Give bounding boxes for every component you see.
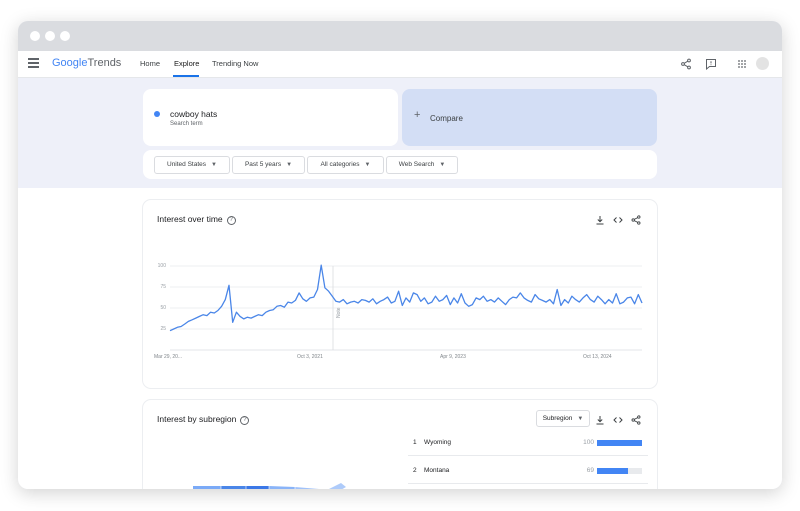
feedback-icon[interactable] <box>705 58 717 70</box>
region-name: Wyoming <box>424 439 452 446</box>
region-value-bar <box>597 468 642 474</box>
dropdown-arrow-icon: ▼ <box>439 162 446 168</box>
window-control-dot[interactable] <box>45 31 55 41</box>
compare-label: Compare <box>430 114 463 123</box>
embed-icon[interactable] <box>613 415 623 425</box>
interest-over-time-chart: Note <box>169 264 643 351</box>
search-type-filter-label: Web Search <box>398 161 435 168</box>
logo-google: Google <box>52 57 88 69</box>
nav-trending-now[interactable]: Trending Now <box>212 59 258 68</box>
time-filter-label: Past 5 years <box>244 161 282 168</box>
interest-over-time-card: Interest over time? Note 100 75 50 25 Mar 2… <box>143 200 657 388</box>
subregion-dropdown[interactable]: Subregion ▼ <box>536 410 590 427</box>
region-filter[interactable]: United States ▼ <box>154 156 230 174</box>
region-name: Montana <box>424 467 450 474</box>
apps-icon[interactable] <box>736 58 748 70</box>
share-icon[interactable] <box>680 58 692 70</box>
compare-button[interactable]: + Compare <box>402 89 657 146</box>
category-filter[interactable]: All categories ▼ <box>307 156 384 174</box>
search-type-filter[interactable]: Web Search ▼ <box>386 156 458 174</box>
region-row[interactable]: 2 Montana 69 <box>408 459 648 484</box>
active-tab-indicator <box>173 75 199 77</box>
add-icon: + <box>414 109 421 121</box>
y-tick-label: 25 <box>160 326 166 332</box>
interest-by-subregion-title-text: Interest by subregion <box>157 414 237 424</box>
window-control-dot[interactable] <box>60 31 70 41</box>
category-filter-label: All categories <box>320 161 360 168</box>
subregion-dropdown-label: Subregion <box>542 415 573 422</box>
dropdown-arrow-icon: ▼ <box>364 162 371 168</box>
interest-by-subregion-title: Interest by subregion? <box>157 414 250 425</box>
region-value: 100 <box>583 439 594 446</box>
search-term-subtitle: Search term <box>170 121 203 127</box>
series-line-cowboy-hats <box>169 264 643 332</box>
region-value-bar <box>597 440 642 446</box>
y-tick-label: 100 <box>157 263 166 269</box>
dropdown-arrow-icon: ▼ <box>211 162 217 168</box>
region-filter-label: United States <box>167 161 207 168</box>
x-tick-label: Mar 29, 20... <box>154 354 183 360</box>
window-control-dot[interactable] <box>30 31 40 41</box>
region-value: 69 <box>586 467 594 474</box>
y-tick-label: 50 <box>160 305 166 311</box>
top-navigation: GoogleTrends Home Explore Trending Now <box>18 51 782 78</box>
region-rank: 2 <box>413 467 417 474</box>
nav-home[interactable]: Home <box>140 59 160 68</box>
title-bar <box>18 21 782 51</box>
dropdown-arrow-icon: ▼ <box>577 416 584 422</box>
logo-trends: Trends <box>87 57 122 69</box>
us-subregion-map[interactable] <box>191 461 351 489</box>
dropdown-arrow-icon: ▼ <box>286 162 293 168</box>
avatar[interactable] <box>756 57 769 70</box>
x-tick-label: Apr 9, 2023 <box>440 354 466 360</box>
region-rank: 1 <box>413 439 417 446</box>
region-row[interactable]: 1 Wyoming 100 <box>408 431 648 456</box>
menu-icon[interactable] <box>28 58 39 68</box>
help-icon[interactable]: ? <box>240 416 250 425</box>
time-filter[interactable]: Past 5 years ▼ <box>232 156 305 174</box>
search-term-text[interactable]: cowboy hats <box>170 109 217 119</box>
y-tick-label: 75 <box>160 284 166 290</box>
search-term-color-dot <box>154 111 160 117</box>
download-icon[interactable] <box>595 415 605 425</box>
share-icon[interactable] <box>631 415 641 425</box>
x-tick-label: Oct 3, 2021 <box>297 354 323 360</box>
search-term-card[interactable]: cowboy hats Search term <box>143 89 398 146</box>
nav-explore[interactable]: Explore <box>174 59 199 68</box>
browser-window: GoogleTrends Home Explore Trending Now c… <box>18 21 782 489</box>
x-tick-label: Oct 13, 2024 <box>583 354 612 360</box>
google-trends-logo[interactable]: GoogleTrends <box>52 57 121 69</box>
note-marker-label[interactable]: Note <box>336 307 342 318</box>
